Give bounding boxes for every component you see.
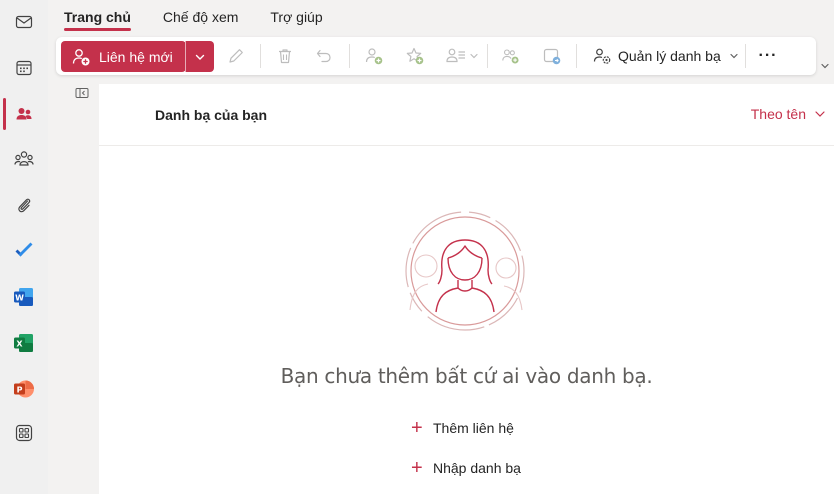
word-icon: W [14,288,33,306]
powerpoint-rail-button[interactable]: P [0,367,48,411]
delete-button[interactable] [275,46,295,66]
undo-icon [316,49,331,63]
app-rail: W X P [0,0,48,494]
contact-card-icon [543,48,561,65]
plus-icon: + [411,417,423,439]
chevron-down-icon [815,111,825,117]
word-rail-button[interactable]: W [0,275,48,319]
groups-rail-button[interactable] [0,137,48,181]
contact-list-menu-button[interactable] [444,46,480,66]
star-add-icon [406,47,424,65]
sort-dropdown[interactable]: Theo tên [751,106,826,122]
groups-icon [14,151,34,166]
add-to-group-button[interactable] [501,46,521,66]
plus-icon: + [411,457,423,479]
add-contact-label: Thêm liên hệ [433,420,514,436]
svg-text:P: P [17,386,23,395]
people-rail-button[interactable] [0,92,48,136]
contacts-list-title: Danh bạ của bạn [155,107,268,123]
share-contact-button[interactable] [542,46,562,66]
edit-button[interactable] [226,46,246,66]
svg-text:W: W [15,294,24,303]
more-apps-rail-button[interactable] [0,411,48,455]
ribbon-toolbar: Liên hệ mới Quản lý danh bạ ··· [56,37,816,75]
undo-button[interactable] [314,46,334,66]
calendar-rail-button[interactable] [0,46,48,90]
add-to-contacts-button[interactable] [364,46,384,66]
files-rail-button[interactable] [0,183,48,227]
excel-icon: X [14,334,33,352]
person-add-icon [365,48,383,65]
ribbon-divider [260,44,261,68]
chevron-down-icon [730,53,738,59]
manage-contacts-button[interactable]: Quản lý danh bạ [592,41,739,71]
ribbon-divider [349,44,350,68]
chevron-down-icon [470,53,478,59]
excel-rail-button[interactable]: X [0,321,48,365]
new-contact-split-button: Liên hệ mới [61,41,214,72]
tab-home[interactable]: Trang chủ [64,3,131,31]
people-add-icon [502,49,519,64]
todo-rail-button[interactable] [0,229,48,273]
powerpoint-icon: P [14,380,34,398]
empty-state-message: Bạn chưa thêm bất cứ ai vào danh bạ. [280,364,653,388]
mail-icon [15,15,33,29]
new-contact-dropdown[interactable] [185,41,214,72]
apps-icon [15,424,33,442]
collapse-pane-icon[interactable] [75,87,89,99]
svg-text:X: X [16,340,23,349]
new-contact-button[interactable]: Liên hệ mới [61,41,185,72]
person-settings-icon [593,48,611,64]
people-icon [16,108,32,120]
calendar-icon [16,60,32,76]
tab-help[interactable]: Trợ giúp [270,3,322,31]
todo-icon [15,242,33,257]
ribbon-divider [576,44,577,68]
pencil-icon [229,49,243,63]
import-contacts-label: Nhập danh bạ [433,460,521,476]
import-contacts-link[interactable]: + Nhập danh bạ [411,457,521,479]
contacts-panel: Danh bạ của bạn Theo tên Bạn chưa thêm b… [99,84,834,494]
person-list-icon [446,48,465,63]
attachment-icon [18,198,31,213]
more-options-button[interactable]: ··· [756,41,780,71]
tab-view[interactable]: Chế độ xem [163,3,238,31]
new-contact-label: Liên hệ mới [99,48,173,65]
ribbon-tabs: Trang chủ Chế độ xem Trợ giúp [48,0,834,34]
add-contact-link[interactable]: + Thêm liên hệ [411,417,514,439]
ribbon-divider [745,44,746,68]
chevron-down-icon [195,54,205,60]
add-person-icon [72,48,90,65]
people-app: W X P Trang chủ Chế độ xem Trợ giúp Liên… [0,0,834,494]
ribbon-expand-icon[interactable] [819,60,831,72]
trash-icon [279,49,291,64]
contacts-list-header: Danh bạ của bạn Theo tên [99,84,834,146]
manage-contacts-label: Quản lý danh bạ [618,48,721,64]
mail-rail-button[interactable] [0,0,48,44]
empty-contacts-illustration [405,211,525,331]
sort-label: Theo tên [750,106,806,122]
add-to-favorites-button[interactable] [405,46,425,66]
ribbon-divider [487,44,488,68]
